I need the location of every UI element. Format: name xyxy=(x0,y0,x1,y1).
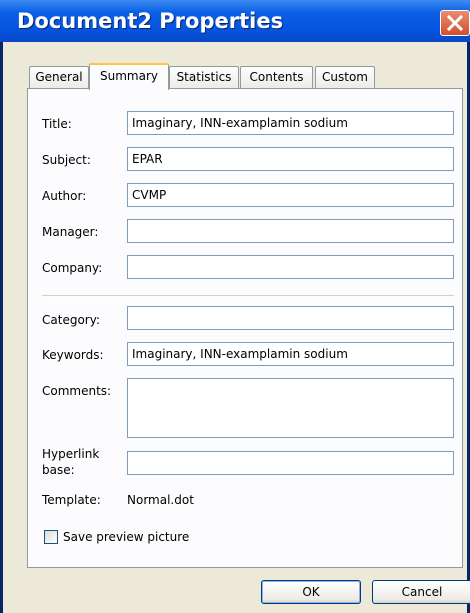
hyperlink-base-label-line2: base: xyxy=(42,463,75,477)
separator xyxy=(42,295,454,297)
ok-button[interactable]: OK xyxy=(261,580,361,604)
author-field[interactable]: CVMP xyxy=(127,183,454,207)
subject-label: Subject: xyxy=(42,153,91,167)
close-icon xyxy=(446,14,464,32)
hyperlink-base-field[interactable] xyxy=(127,451,454,475)
category-label: Category: xyxy=(42,313,100,327)
comments-field[interactable] xyxy=(127,378,454,438)
subject-field[interactable]: EPAR xyxy=(127,147,454,171)
company-field[interactable] xyxy=(127,255,454,279)
title-field[interactable]: Imaginary, INN-examplamin sodium xyxy=(127,111,454,135)
save-preview-checkbox[interactable] xyxy=(44,530,58,544)
template-label: Template: xyxy=(42,493,101,507)
manager-label: Manager: xyxy=(42,225,99,239)
manager-field[interactable] xyxy=(127,219,454,243)
keywords-label: Keywords: xyxy=(42,348,104,362)
cancel-button[interactable]: Cancel xyxy=(372,580,470,604)
save-preview-label[interactable]: Save preview picture xyxy=(63,530,189,544)
category-field[interactable] xyxy=(127,306,454,330)
properties-dialog: Document2 Properties General Summary Sta… xyxy=(0,0,470,613)
author-label: Author: xyxy=(42,189,87,203)
company-label: Company: xyxy=(42,261,103,275)
tab-summary[interactable]: Summary xyxy=(89,63,169,90)
keywords-field[interactable]: Imaginary, INN-examplamin sodium xyxy=(127,342,454,366)
comments-label: Comments: xyxy=(42,384,112,398)
close-button[interactable] xyxy=(440,10,470,36)
title-label: Title: xyxy=(42,117,72,131)
tab-contents[interactable]: Contents xyxy=(240,66,313,88)
tab-statistics[interactable]: Statistics xyxy=(169,66,239,88)
hyperlink-base-label-line1: Hyperlink xyxy=(42,447,100,461)
title-bar[interactable]: Document2 Properties xyxy=(0,0,470,42)
template-value: Normal.dot xyxy=(127,493,194,507)
tab-custom[interactable]: Custom xyxy=(315,66,375,88)
tab-general[interactable]: General xyxy=(29,66,89,88)
window-title: Document2 Properties xyxy=(17,9,284,33)
